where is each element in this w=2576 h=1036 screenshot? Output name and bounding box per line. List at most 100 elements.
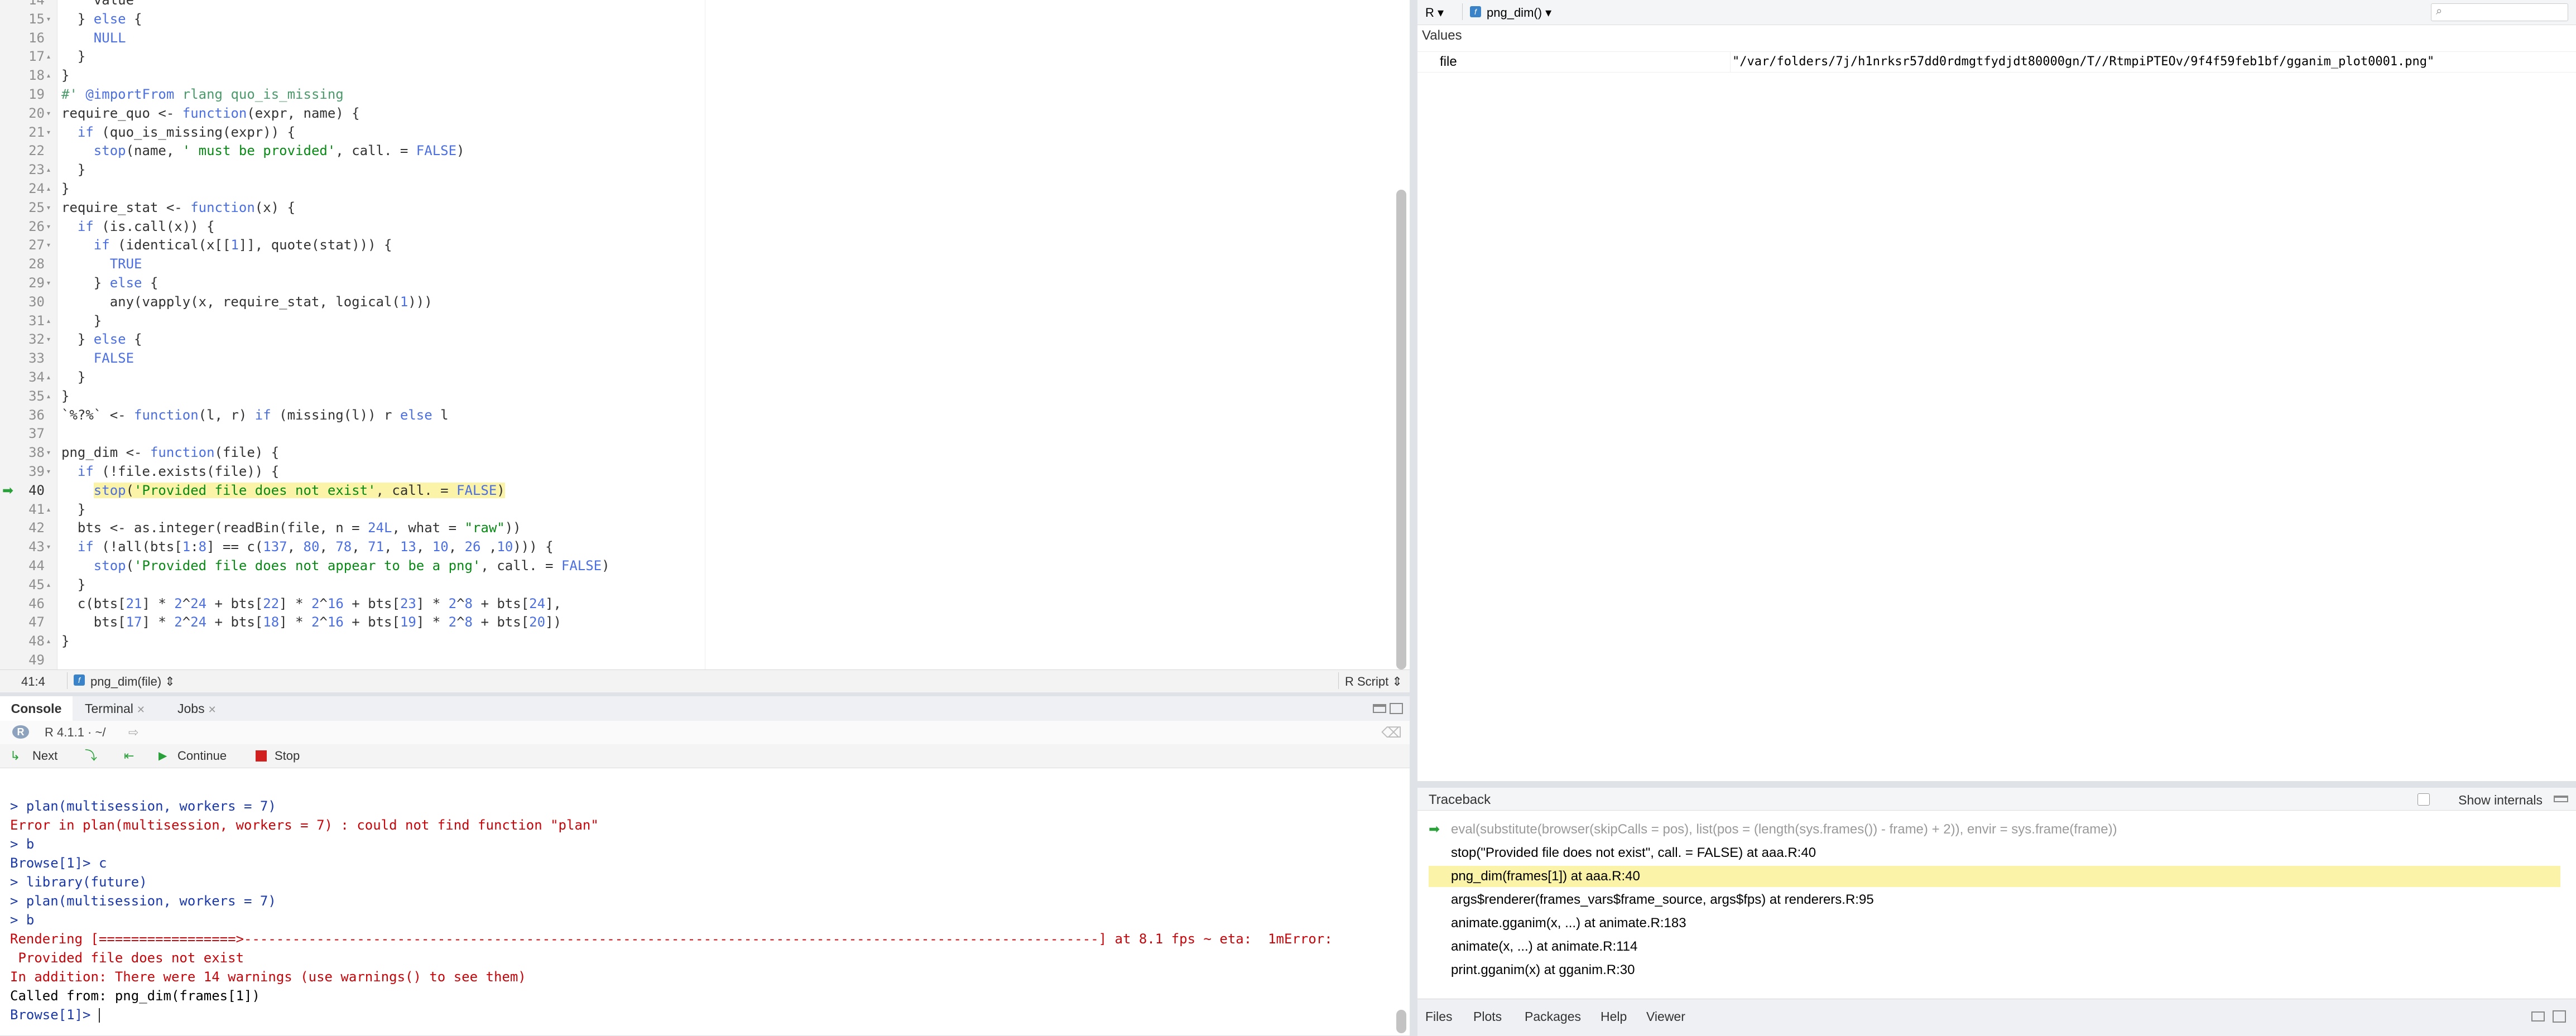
- fold-toggle-icon[interactable]: ▾: [47, 199, 50, 218]
- code-line[interactable]: 32 ▾ } else {: [0, 330, 1392, 349]
- fold-toggle-icon[interactable]: ▴: [47, 500, 50, 519]
- traceback-frame[interactable]: animate.gganim(x, ...) at animate.R:183: [1429, 913, 2560, 934]
- code-line[interactable]: 23 ▴ }: [0, 161, 1392, 180]
- restore-icon[interactable]: [2531, 1011, 2545, 1021]
- code-line[interactable]: 29 ▾ } else {: [0, 274, 1392, 293]
- fold-toggle-icon[interactable]: ▾: [47, 123, 50, 142]
- fold-toggle-icon[interactable]: ▴: [47, 312, 50, 331]
- fold-toggle-icon[interactable]: ▴: [47, 632, 50, 651]
- search-box[interactable]: ⌕: [2431, 3, 2568, 21]
- traceback-frame[interactable]: args$renderer(frames_vars$frame_source, …: [1429, 889, 2560, 910]
- code-line[interactable]: 20 ▾ require_quo <- function(expr, name) {: [0, 104, 1392, 123]
- code-line[interactable]: 34 ▴ }: [0, 368, 1392, 387]
- fold-toggle-icon[interactable]: ▴: [47, 368, 50, 387]
- env-row[interactable]: file "/var/folders/7j/h1nrksr57dd0rdmgtf…: [1417, 51, 2576, 73]
- close-icon[interactable]: ✕: [208, 704, 217, 715]
- finish-icon[interactable]: ⇤: [124, 744, 134, 768]
- minimize-icon[interactable]: [2554, 796, 2568, 802]
- source-editor[interactable]: 14 value 15 ▾ } else {16 NULL 17 ▴ } 18 ▴} 19 #'…: [0, 0, 1410, 669]
- console-scrollbar[interactable]: [1396, 1010, 1406, 1033]
- fold-toggle-icon[interactable]: ▾: [47, 538, 50, 557]
- code-line[interactable]: 47 bts[17] * 2^24 + bts[18] * 2^16 + bts…: [0, 613, 1392, 632]
- frame-selector[interactable]: png_dim() ▾: [1487, 6, 1551, 20]
- tab-files[interactable]: Files: [1425, 1009, 1453, 1024]
- code-line[interactable]: 19 #' @importFrom rlang quo_is_missing: [0, 85, 1392, 104]
- continue-icon[interactable]: ▶: [158, 744, 167, 768]
- close-icon[interactable]: ✕: [137, 704, 145, 715]
- code-line[interactable]: 46 c(bts[21] * 2^24 + bts[22] * 2^16 + b…: [0, 595, 1392, 614]
- code-line[interactable]: 16 NULL: [0, 29, 1392, 48]
- code-line[interactable]: 37: [0, 425, 1392, 444]
- code-line[interactable]: 48 ▴}: [0, 632, 1392, 651]
- next-button[interactable]: Next: [32, 744, 57, 768]
- fold-toggle-icon[interactable]: ▴: [47, 387, 50, 406]
- fold-toggle-icon[interactable]: ▴: [47, 66, 50, 85]
- go-to-directory-icon[interactable]: ⇨: [128, 721, 138, 744]
- console-pane[interactable]: Console Terminal ✕ Jobs ✕ R R 4.1.1 · ~/ ⇨…: [0, 696, 1410, 1035]
- code-line[interactable]: 31 ▴ }: [0, 312, 1392, 331]
- search-input[interactable]: [2450, 5, 2564, 19]
- code-line[interactable]: 41 ▴ }: [0, 500, 1392, 519]
- traceback-frame[interactable]: png_dim(frames[1]) at aaa.R:40: [1429, 866, 2560, 887]
- show-internals-checkbox[interactable]: [2418, 793, 2430, 806]
- tab-plots[interactable]: Plots: [1473, 1009, 1502, 1024]
- step-into-icon[interactable]: ⤵: [85, 744, 97, 768]
- traceback-frame[interactable]: animate(x, ...) at animate.R:114: [1429, 936, 2560, 957]
- fold-toggle-icon[interactable]: ▾: [47, 274, 50, 293]
- fold-toggle-icon[interactable]: ▾: [47, 236, 50, 255]
- code-line[interactable]: 24 ▴}: [0, 180, 1392, 199]
- minimize-icon[interactable]: [1373, 704, 1386, 713]
- code-line[interactable]: 28 TRUE: [0, 255, 1392, 274]
- editor-scrollbar[interactable]: [1396, 190, 1406, 669]
- traceback-frame[interactable]: ➡ eval(substitute(browser(skipCalls = pos…: [1429, 819, 2560, 840]
- tab-terminal[interactable]: Terminal ✕: [85, 696, 145, 721]
- code-line[interactable]: 30 any(vapply(x, require_stat, logical(1…: [0, 293, 1392, 312]
- code-line[interactable]: 39 ▾ if (!file.exists(file)) {: [0, 462, 1392, 481]
- code-line[interactable]: 27 ▾ if (identical(x[[1]], quote(stat))) …: [0, 236, 1392, 255]
- stop-button[interactable]: Stop: [275, 744, 300, 768]
- code-line[interactable]: 25 ▾ require_stat <- function(x) {: [0, 199, 1392, 218]
- traceback-pane[interactable]: Traceback Show internals ➡ eval(substitut…: [1417, 788, 2576, 999]
- maximize-icon[interactable]: [2553, 1010, 2566, 1023]
- code-line[interactable]: 43 ▾ if (!all(bts[1:8] == c(137, 80, 78, …: [0, 538, 1392, 557]
- fold-toggle-icon[interactable]: ▴: [47, 161, 50, 180]
- code-line[interactable]: 26 ▾ if (is.call(x)) {: [0, 218, 1392, 237]
- traceback-frame[interactable]: print.gganim(x) at gganim.R:30: [1429, 960, 2560, 981]
- console-cursor[interactable]: [98, 1008, 100, 1023]
- code-line[interactable]: 17 ▴ }: [0, 47, 1392, 66]
- next-icon[interactable]: ↳: [10, 744, 20, 768]
- clear-console-icon[interactable]: ⌫: [1381, 721, 1402, 744]
- tab-packages[interactable]: Packages: [1525, 1009, 1581, 1024]
- code-line[interactable]: 36 `%?%` <- function(l, r) if (missing(l)…: [0, 406, 1392, 425]
- code-line[interactable]: 42 bts <- as.integer(readBin(file, n = 2…: [0, 519, 1392, 538]
- code-line[interactable]: 35 ▴}: [0, 387, 1392, 406]
- tab-console[interactable]: Console: [0, 696, 73, 721]
- fold-toggle-icon[interactable]: ▴: [47, 576, 50, 595]
- fold-toggle-icon[interactable]: ▾: [47, 462, 50, 481]
- filetype-selector[interactable]: R Script ⇕: [1345, 674, 1402, 689]
- code-line[interactable]: 49: [0, 651, 1392, 669]
- code-line[interactable]: 18 ▴}: [0, 66, 1392, 85]
- stop-icon[interactable]: [256, 750, 267, 762]
- code-line[interactable]: 21 ▾ if (quo_is_missing(expr)) {: [0, 123, 1392, 142]
- fold-toggle-icon[interactable]: ▾: [47, 444, 50, 462]
- tab-help[interactable]: Help: [1601, 1009, 1627, 1024]
- environment-pane[interactable]: R ▾ f png_dim() ▾ ⌕ Values file "/var/fo…: [1417, 0, 2576, 781]
- code-line[interactable]: 33 FALSE: [0, 349, 1392, 368]
- fold-toggle-icon[interactable]: ▴: [47, 47, 50, 66]
- code-line[interactable]: ➡ 40 stop('Provided file does not exist',…: [0, 481, 1392, 500]
- fold-toggle-icon[interactable]: ▾: [47, 104, 50, 123]
- fold-toggle-icon[interactable]: ▾: [47, 10, 50, 29]
- tab-viewer[interactable]: Viewer: [1646, 1009, 1685, 1024]
- code-line[interactable]: 38 ▾ png_dim <- function(file) {: [0, 444, 1392, 462]
- fold-toggle-icon[interactable]: ▴: [47, 180, 50, 199]
- fold-toggle-icon[interactable]: ▾: [47, 218, 50, 237]
- code-line[interactable]: 44 stop('Provided file does not appear t…: [0, 557, 1392, 576]
- language-selector[interactable]: R ▾: [1425, 6, 1444, 20]
- code-line[interactable]: 14 value: [0, 0, 1392, 10]
- traceback-frame[interactable]: stop("Provided file does not exist", cal…: [1429, 842, 2560, 864]
- code-line[interactable]: 22 stop(name, ' must be provided', call.…: [0, 142, 1392, 161]
- code-line[interactable]: 45 ▴ }: [0, 576, 1392, 595]
- tab-jobs[interactable]: Jobs ✕: [177, 696, 217, 721]
- maximize-icon[interactable]: [1390, 703, 1403, 714]
